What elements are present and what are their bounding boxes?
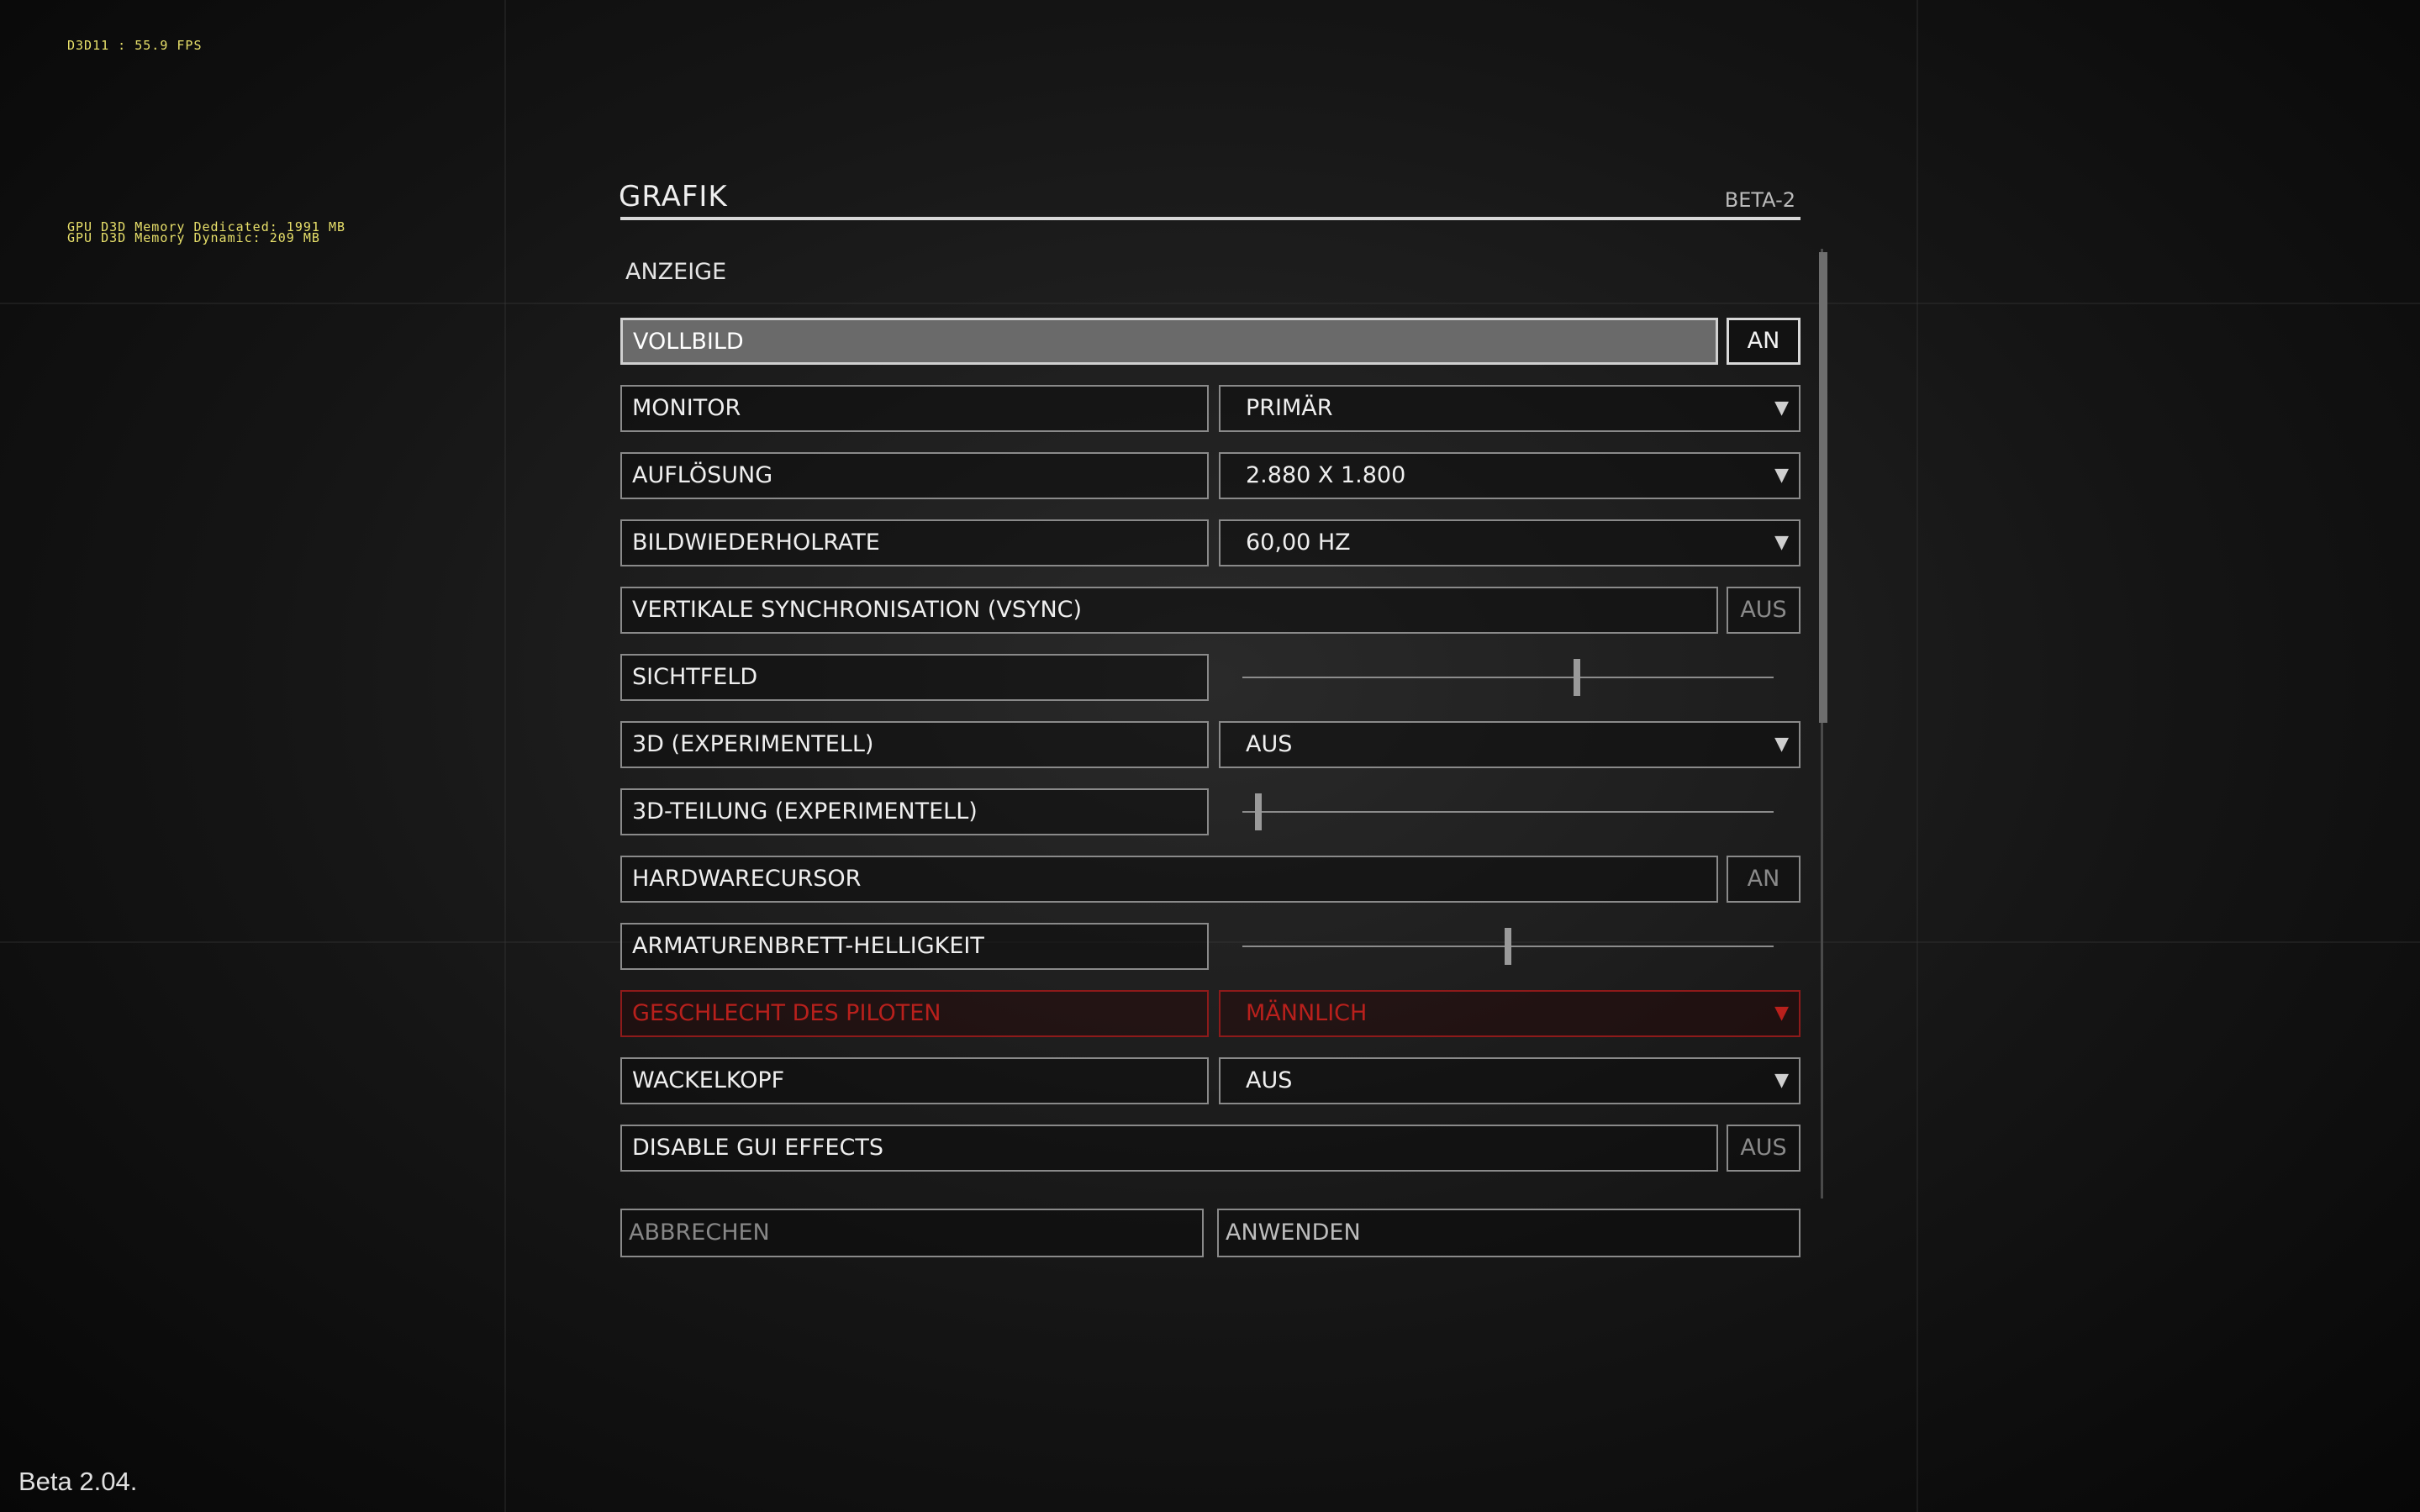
setting-label: ARMATURENBRETT-HELLIGKEIT [620,923,1209,970]
vsync-toggle[interactable]: AUS [1727,587,1801,634]
dropdown-value: 60,00 HZ [1246,529,1351,556]
resolution-dropdown[interactable]: 2.880 X 1.800 ▼ [1219,452,1801,499]
build-tag: BETA-2 [1724,188,1795,212]
chevron-down-icon: ▼ [1774,532,1789,553]
title-divider [620,217,1801,220]
setting-label: 3D-TEILUNG (EXPERIMENTELL) [620,788,1209,835]
setting-row-fullscreen[interactable]: VOLLBILD AN [620,318,1801,368]
setting-label: BILDWIEDERHOLRATE [620,519,1209,566]
monitor-dropdown[interactable]: PRIMÄR ▼ [1219,385,1801,432]
setting-row-vsync[interactable]: VERTIKALE SYNCHRONISATION (VSYNC) AUS [620,587,1801,637]
setting-row-hardware-cursor[interactable]: HARDWARECURSOR AN [620,856,1801,906]
background-structure [504,0,506,1512]
pilot-gender-dropdown: MÄNNLICH ▼ [1219,990,1801,1037]
setting-label: 3D (EXPERIMENTELL) [620,721,1209,768]
dropdown-value: MÄNNLICH [1246,1000,1368,1026]
setting-label: DISABLE GUI EFFECTS [620,1125,1718,1172]
stereo-3d-dropdown[interactable]: AUS ▼ [1219,721,1801,768]
setting-row-3d-separation: 3D-TEILUNG (EXPERIMENTELL) [620,788,1801,839]
section-heading-display: ANZEIGE [625,259,727,285]
setting-row-fov: SICHTFELD [620,654,1801,704]
fps-readout: D3D11 : 55.9 FPS [67,38,203,53]
dropdown-value: 2.880 X 1.800 [1246,462,1406,488]
gpu-memory-dynamic: GPU D3D Memory Dynamic: 209 MB [67,230,320,245]
setting-row-head-bob: WACKELKOPF AUS ▼ [620,1057,1801,1108]
setting-label: SICHTFELD [620,654,1209,701]
slider-thumb[interactable] [1254,793,1262,830]
dashboard-brightness-slider[interactable] [1242,923,1774,970]
graphics-settings-panel: GRAFIK BETA-2 ANZEIGE VOLLBILD AN MONITO… [619,176,1834,1269]
dropdown-value: PRIMÄR [1246,395,1333,421]
setting-label: VERTIKALE SYNCHRONISATION (VSYNC) [620,587,1718,634]
setting-row-3d: 3D (EXPERIMENTELL) AUS ▼ [620,721,1801,772]
gui-effects-toggle[interactable]: AUS [1727,1125,1801,1172]
head-bob-dropdown[interactable]: AUS ▼ [1219,1057,1801,1104]
background-structure [1916,0,1918,1512]
setting-label: HARDWARECURSOR [620,856,1718,903]
chevron-down-icon: ▼ [1774,1070,1789,1091]
setting-label: WACKELKOPF [620,1057,1209,1104]
setting-row-pilot-gender: GESCHLECHT DES PILOTEN MÄNNLICH ▼ [620,990,1801,1040]
stereo-separation-slider[interactable] [1242,788,1774,835]
fullscreen-toggle[interactable]: AN [1727,318,1801,365]
chevron-down-icon: ▼ [1774,734,1789,755]
setting-label: AUFLÖSUNG [620,452,1209,499]
hardware-cursor-toggle[interactable]: AN [1727,856,1801,903]
setting-label: VOLLBILD [620,318,1718,365]
setting-row-dashboard-brightness: ARMATURENBRETT-HELLIGKEIT [620,923,1801,973]
apply-button[interactable]: ANWENDEN [1217,1209,1801,1257]
setting-row-gui-effects[interactable]: DISABLE GUI EFFECTS AUS [620,1125,1801,1175]
slider-thumb[interactable] [1505,928,1511,965]
slider-track [1242,677,1774,678]
scrollbar-thumb[interactable] [1819,252,1827,723]
setting-label: GESCHLECHT DES PILOTEN [620,990,1209,1037]
page-title: GRAFIK [619,180,728,213]
dropdown-value: AUS [1246,731,1293,757]
slider-track [1242,811,1774,813]
setting-row-monitor: MONITOR PRIMÄR ▼ [620,385,1801,435]
chevron-down-icon: ▼ [1774,465,1789,486]
fov-slider[interactable] [1242,654,1774,701]
setting-row-refresh-rate: BILDWIEDERHOLRATE 60,00 HZ ▼ [620,519,1801,570]
refresh-rate-dropdown[interactable]: 60,00 HZ ▼ [1219,519,1801,566]
setting-label: MONITOR [620,385,1209,432]
setting-row-resolution: AUFLÖSUNG 2.880 X 1.800 ▼ [620,452,1801,503]
version-label: Beta 2.04. [18,1467,138,1496]
chevron-down-icon: ▼ [1774,398,1789,419]
slider-thumb[interactable] [1574,659,1581,696]
cancel-button[interactable]: ABBRECHEN [620,1209,1204,1257]
dropdown-value: AUS [1246,1067,1293,1093]
chevron-down-icon: ▼ [1774,1003,1789,1024]
